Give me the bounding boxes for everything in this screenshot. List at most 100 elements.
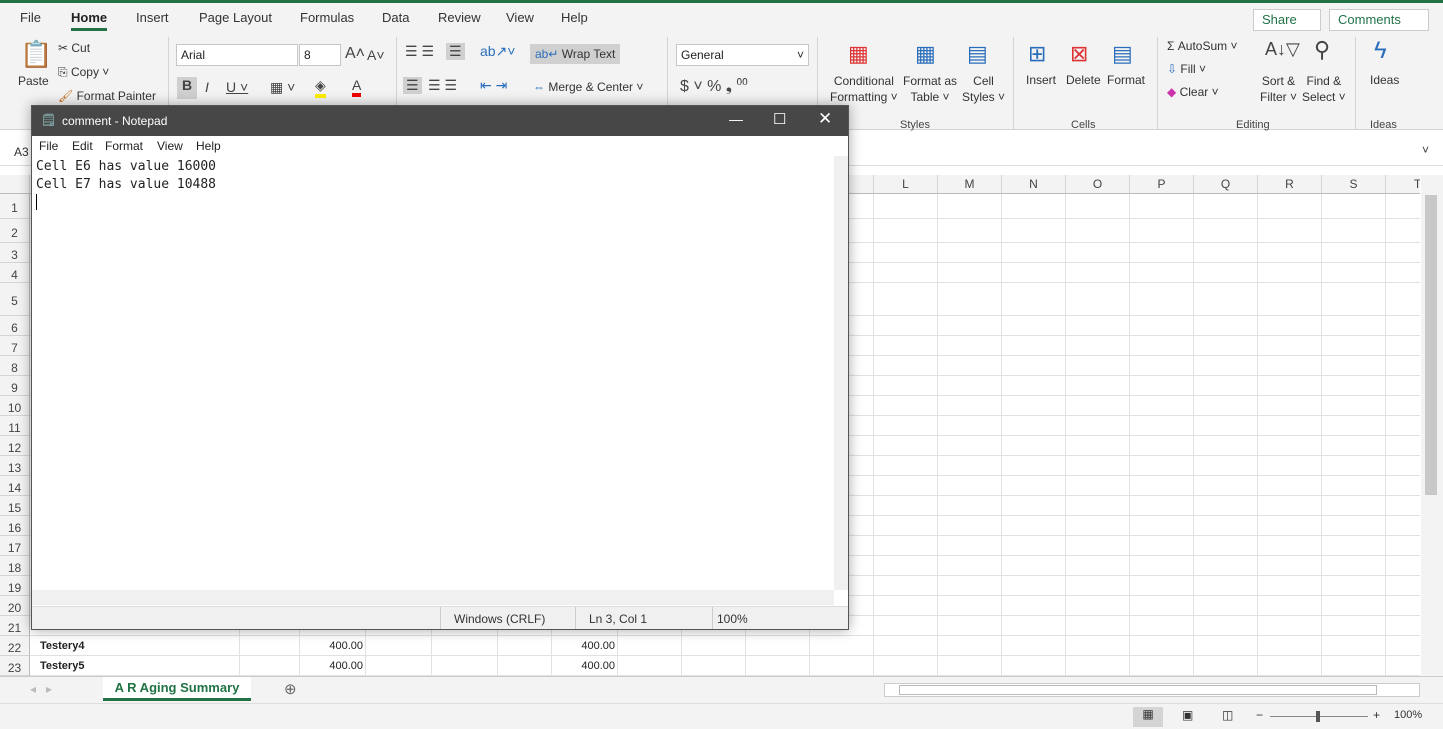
align-bottom-icon[interactable]: ☰ xyxy=(446,43,465,60)
row-header[interactable]: 21 xyxy=(0,616,30,636)
horizontal-scrollbar[interactable] xyxy=(884,683,1420,697)
bold-icon[interactable]: B xyxy=(177,77,197,99)
cell-amount[interactable]: 400.00 xyxy=(552,640,615,652)
row-header[interactable]: 5 xyxy=(0,283,30,316)
orientation-icon[interactable]: ab↗˅ xyxy=(480,43,515,60)
notepad-title-bar[interactable]: 🗒 comment - Notepad — ☐ ✕ xyxy=(32,106,848,136)
zoom-slider[interactable] xyxy=(1270,711,1368,722)
row-header[interactable]: 4 xyxy=(0,263,30,283)
comments-button[interactable]: Comments xyxy=(1329,9,1429,31)
align-left-icon[interactable]: ☰ xyxy=(403,77,422,94)
tab-data[interactable]: Data xyxy=(382,10,409,25)
row-header[interactable]: 15 xyxy=(0,496,30,516)
tab-view[interactable]: View xyxy=(506,10,534,25)
column-header[interactable]: Q xyxy=(1194,175,1258,194)
select-all-corner[interactable] xyxy=(0,175,30,194)
row-header[interactable]: 14 xyxy=(0,476,30,496)
font-color-icon[interactable]: A xyxy=(352,77,362,97)
name-box[interactable]: A3 xyxy=(14,145,29,159)
row-header[interactable]: 16 xyxy=(0,516,30,536)
menu-edit[interactable]: Edit xyxy=(72,139,93,153)
number-format-icons[interactable]: $ ˅ % ❟ ⁰⁰ xyxy=(680,78,748,96)
cell-amount[interactable]: 400.00 xyxy=(300,660,363,672)
find-select-button[interactable]: Find & Select ˅ xyxy=(1302,73,1346,105)
row-header[interactable]: 22 xyxy=(0,636,30,656)
fill-color-icon[interactable]: ◈ xyxy=(315,77,326,98)
column-header[interactable]: L xyxy=(874,175,938,194)
row-header[interactable]: 9 xyxy=(0,376,30,396)
tab-help[interactable]: Help xyxy=(561,10,588,25)
zoom-level[interactable]: 100% xyxy=(1394,709,1422,721)
row-header[interactable]: 1 xyxy=(0,194,30,219)
menu-help[interactable]: Help xyxy=(196,139,221,153)
align-top-icon[interactable]: ☰ ☰ xyxy=(405,43,434,60)
row-header[interactable]: 8 xyxy=(0,356,30,376)
format-button[interactable]: Format xyxy=(1107,73,1145,87)
notepad-text-area[interactable]: Cell E6 has value 16000 Cell E7 has value… xyxy=(32,156,834,590)
zoom-out-icon[interactable]: − xyxy=(1256,708,1263,722)
vertical-scrollbar[interactable] xyxy=(1421,175,1443,676)
cell-customer-name[interactable]: Testery5 xyxy=(40,660,84,672)
column-header[interactable]: P xyxy=(1130,175,1194,194)
row-header[interactable]: 6 xyxy=(0,316,30,336)
close-button[interactable]: ✕ xyxy=(818,109,832,129)
row-header[interactable]: 18 xyxy=(0,556,30,576)
indent-icon[interactable]: ⇤ ⇥ xyxy=(480,77,507,94)
add-sheet-icon[interactable]: ⊕ xyxy=(284,680,297,698)
row-header[interactable]: 17 xyxy=(0,536,30,556)
cell-styles-button[interactable]: Cell Styles ˅ xyxy=(962,73,1005,105)
wrap-text-button[interactable]: ab↵ Wrap Text xyxy=(530,44,621,64)
cell-customer-name[interactable]: Testery4 xyxy=(40,640,84,652)
sheet-nav-arrows[interactable]: ◂ ▸ xyxy=(30,682,52,696)
normal-view-icon[interactable]: ▦ xyxy=(1133,707,1163,727)
row-header[interactable]: 23 xyxy=(0,656,30,676)
column-header[interactable]: T xyxy=(1386,175,1420,194)
conditional-formatting-button[interactable]: Conditional Formatting ˅ xyxy=(830,73,898,105)
column-header[interactable]: M xyxy=(938,175,1002,194)
tab-page-layout[interactable]: Page Layout xyxy=(199,10,272,25)
row-header[interactable]: 12 xyxy=(0,436,30,456)
sheet-tab-ar-aging-summary[interactable]: A R Aging Summary xyxy=(103,677,251,701)
column-header[interactable]: S xyxy=(1322,175,1386,194)
align-center-icon[interactable]: ☰ ☰ xyxy=(428,77,457,94)
notepad-horizontal-scrollbar[interactable] xyxy=(32,590,834,605)
ideas-button[interactable]: Ideas xyxy=(1370,73,1399,87)
tab-insert[interactable]: Insert xyxy=(136,10,169,25)
row-header[interactable]: 11 xyxy=(0,416,30,436)
zoom-in-icon[interactable]: + xyxy=(1373,708,1380,722)
notepad-vertical-scrollbar[interactable] xyxy=(834,156,848,590)
row-header[interactable]: 3 xyxy=(0,243,30,263)
tab-file[interactable]: File xyxy=(20,10,41,25)
borders-icon[interactable]: ▦ ˅ xyxy=(270,79,295,96)
tab-home[interactable]: Home xyxy=(71,10,108,31)
merge-center-button[interactable]: ⇔ Merge & Center ˅ xyxy=(533,80,643,94)
minimize-button[interactable]: — xyxy=(729,111,743,127)
clear-button[interactable]: ◆ Clear ˅ xyxy=(1167,85,1219,99)
page-break-view-icon[interactable]: ◫ xyxy=(1222,708,1233,722)
cut-button[interactable]: ✂ Cut xyxy=(58,41,90,55)
cell-amount[interactable]: 400.00 xyxy=(552,660,615,672)
row-header[interactable]: 20 xyxy=(0,596,30,616)
row-header[interactable]: 7 xyxy=(0,336,30,356)
decrease-font-icon[interactable]: A˅ xyxy=(367,47,385,63)
number-format-select[interactable]: General ˅ xyxy=(676,44,809,66)
insert-button[interactable]: Insert xyxy=(1026,73,1056,87)
column-header[interactable]: O xyxy=(1066,175,1130,194)
share-button[interactable]: Share xyxy=(1253,9,1321,31)
row-header[interactable]: 19 xyxy=(0,576,30,596)
delete-button[interactable]: Delete xyxy=(1066,73,1101,87)
increase-font-icon[interactable]: A˄ xyxy=(345,45,365,63)
row-header[interactable]: 13 xyxy=(0,456,30,476)
format-as-table-button[interactable]: Format as Table ˅ xyxy=(903,73,957,105)
menu-file[interactable]: File xyxy=(39,139,58,153)
column-header[interactable]: N xyxy=(1002,175,1066,194)
font-name-select[interactable]: Arial xyxy=(176,44,298,66)
paste-button[interactable]: Paste xyxy=(18,74,49,88)
row-header[interactable]: 2 xyxy=(0,219,30,243)
row-header[interactable]: 10 xyxy=(0,396,30,416)
cell-amount[interactable]: 400.00 xyxy=(300,640,363,652)
italic-icon[interactable]: I xyxy=(205,79,209,95)
column-header[interactable]: R xyxy=(1258,175,1322,194)
font-size-select[interactable]: 8 xyxy=(299,44,341,66)
menu-view[interactable]: View xyxy=(157,139,183,153)
